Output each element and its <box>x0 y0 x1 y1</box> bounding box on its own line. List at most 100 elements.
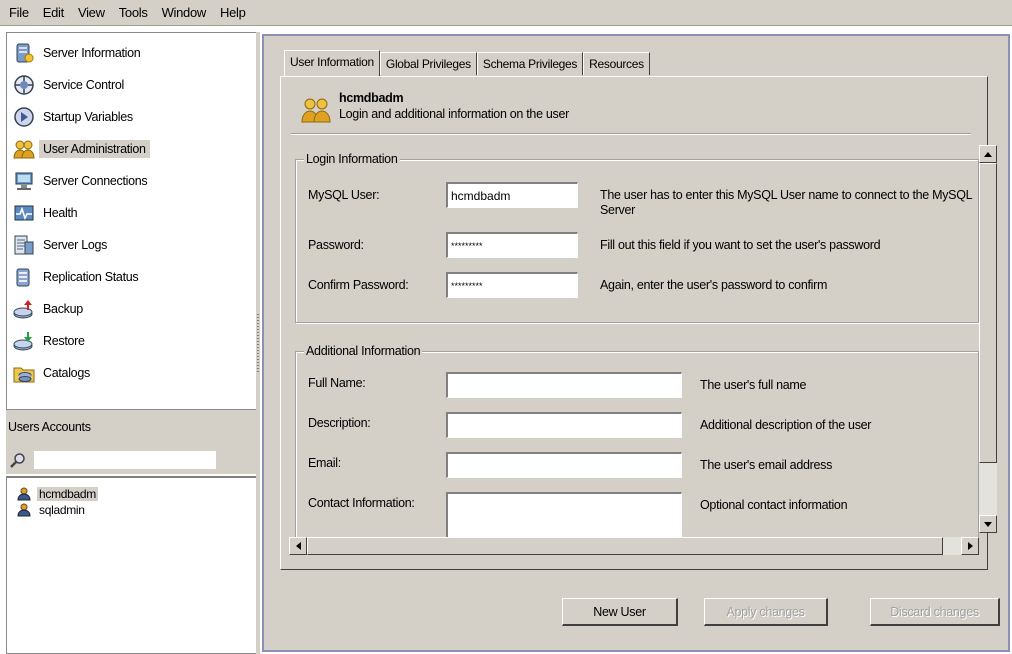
backup-icon <box>13 300 33 319</box>
nav-item-label: Service Control <box>43 78 124 92</box>
contact-information-help: Optional contact information <box>700 498 848 512</box>
user-information-panel: hcmdbadm Login and additional informatio… <box>280 76 997 570</box>
nav-item-server-information[interactable]: Server Information <box>13 39 141 67</box>
users-list: hcmdbadm sqladmin <box>6 476 256 654</box>
user-icon <box>17 503 31 517</box>
confirm-password-help: Again, enter the user's password to conf… <box>600 278 828 292</box>
scroll-down-button[interactable] <box>979 515 997 533</box>
email-label: Email: <box>308 456 341 470</box>
server-info-icon <box>16 43 34 63</box>
mysql-user-label: MySQL User: <box>308 188 380 202</box>
server-connections-icon <box>15 172 33 190</box>
menu-file[interactable]: File <box>2 3 36 23</box>
nav-item-label: Server Information <box>43 46 141 60</box>
email-help: The user's email address <box>700 458 833 472</box>
arrow-right-icon <box>967 542 973 550</box>
full-name-label: Full Name: <box>308 376 366 390</box>
service-control-icon <box>14 75 34 95</box>
nav-item-label: Startup Variables <box>43 110 133 124</box>
menu-view[interactable]: View <box>71 3 112 23</box>
tab-global-privileges[interactable]: Global Privileges <box>379 52 477 75</box>
user-header: hcmdbadm Login and additional informatio… <box>301 91 569 123</box>
contact-information-field[interactable] <box>446 492 682 537</box>
health-icon <box>14 205 34 221</box>
nav-item-label: User Administration <box>39 140 150 158</box>
user-search-input[interactable] <box>34 451 216 469</box>
nav-item-health[interactable]: Health <box>13 199 78 227</box>
apply-changes-button[interactable]: Apply changes <box>704 598 828 626</box>
tab-resources[interactable]: Resources <box>583 52 650 75</box>
tab-user-information[interactable]: User Information <box>284 50 380 76</box>
additional-information-legend: Additional Information <box>304 344 423 358</box>
password-help: Fill out this field if you want to set t… <box>600 238 881 252</box>
replication-icon <box>16 268 30 287</box>
menu-window[interactable]: Window <box>155 3 213 23</box>
vertical-scrollbar[interactable] <box>979 145 997 533</box>
restore-icon <box>13 332 33 351</box>
discard-changes-button[interactable]: Discard changes <box>870 598 1000 626</box>
description-help: Additional description of the user <box>700 418 872 432</box>
scroll-right-button[interactable] <box>961 537 979 555</box>
description-label: Description: <box>308 416 371 430</box>
user-header-subtitle: Login and additional information on the … <box>339 107 570 121</box>
user-item-sqladmin[interactable]: sqladmin <box>17 502 85 518</box>
form-scroll-area: Login Information MySQL User: The user h… <box>289 143 979 537</box>
nav-item-replication-status[interactable]: Replication Status <box>13 263 139 291</box>
horizontal-scrollbar[interactable] <box>289 537 979 555</box>
mysql-user-help: The user has to enter this MySQL User na… <box>600 188 972 217</box>
full-name-help: The user's full name <box>700 378 807 392</box>
admin-nav-panel: Server Information Service Control Start… <box>6 32 256 410</box>
user-name: sqladmin <box>39 503 85 517</box>
mysql-user-field[interactable] <box>446 182 578 208</box>
email-field[interactable] <box>446 452 682 478</box>
arrow-up-icon <box>984 151 992 157</box>
new-user-button[interactable]: New User <box>562 598 678 626</box>
nav-item-server-connections[interactable]: Server Connections <box>13 167 148 195</box>
additional-information-group: Additional Information Full Name: The us… <box>295 344 979 537</box>
selected-user-name: hcmdbadm <box>339 91 404 105</box>
scroll-up-button[interactable] <box>979 145 997 163</box>
user-name: hcmdbadm <box>37 487 98 501</box>
arrow-left-icon <box>295 542 301 550</box>
nav-item-backup[interactable]: Backup <box>13 295 83 323</box>
menu-edit[interactable]: Edit <box>36 3 71 23</box>
user-icon <box>17 487 31 501</box>
menu-help[interactable]: Help <box>213 3 253 23</box>
search-icon <box>10 453 25 468</box>
user-admin-icon <box>301 98 331 123</box>
user-item-hcmdbadm[interactable]: hcmdbadm <box>17 486 98 502</box>
full-name-field[interactable] <box>446 372 682 398</box>
scroll-left-button[interactable] <box>289 537 307 555</box>
password-label: Password: <box>308 238 364 252</box>
nav-item-label: Replication Status <box>43 270 139 284</box>
server-logs-icon <box>14 235 34 255</box>
user-editor-pane: User Information Global Privileges Schem… <box>262 34 1010 652</box>
login-information-legend: Login Information <box>304 152 400 166</box>
nav-item-label: Server Logs <box>43 238 108 252</box>
nav-item-restore[interactable]: Restore <box>13 327 85 355</box>
user-search-row <box>6 446 256 474</box>
nav-item-catalogs[interactable]: Catalogs <box>13 359 90 387</box>
confirm-password-field[interactable] <box>446 272 578 298</box>
nav-item-server-logs[interactable]: Server Logs <box>13 231 107 259</box>
description-field[interactable] <box>446 412 682 438</box>
nav-item-label: Backup <box>43 302 83 316</box>
nav-item-startup-variables[interactable]: Startup Variables <box>13 103 133 131</box>
menu-bar: File Edit View Tools Window Help <box>0 0 1012 26</box>
tab-strip: User Information Global Privileges Schem… <box>284 50 650 76</box>
horizontal-scroll-thumb[interactable] <box>307 537 943 555</box>
startup-variables-icon <box>14 107 34 127</box>
nav-item-service-control[interactable]: Service Control <box>13 71 124 99</box>
arrow-down-icon <box>984 521 992 527</box>
menu-tools[interactable]: Tools <box>112 3 155 23</box>
header-divider <box>291 133 971 135</box>
nav-item-user-administration[interactable]: User Administration <box>13 135 150 163</box>
login-information-group: Login Information MySQL User: The user h… <box>295 152 979 323</box>
tab-schema-privileges[interactable]: Schema Privileges <box>476 52 584 75</box>
vertical-scroll-thumb[interactable] <box>979 163 997 463</box>
password-field[interactable] <box>446 232 578 258</box>
confirm-password-label: Confirm Password: <box>308 278 409 292</box>
nav-item-label: Restore <box>43 334 85 348</box>
splitter-grip[interactable] <box>257 314 259 374</box>
nav-item-label: Health <box>43 206 78 220</box>
